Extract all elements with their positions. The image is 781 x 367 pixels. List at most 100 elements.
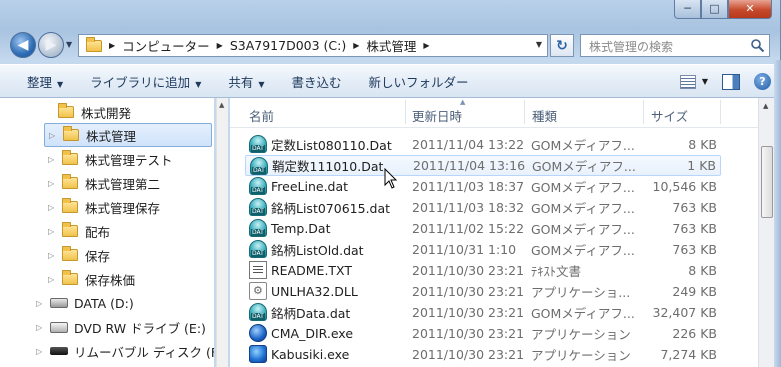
nav-item-label: 株式管理保存 xyxy=(85,200,161,216)
file-name: 銘柄Data.dat xyxy=(271,306,351,321)
chevron-right-icon[interactable]: ▶ xyxy=(217,41,223,50)
column-divider[interactable] xyxy=(643,100,644,124)
chevron-right-icon[interactable]: ▶ xyxy=(109,41,115,50)
share-button[interactable]: 共有 ▼ xyxy=(228,72,264,91)
file-row[interactable]: 定数List080110.Dat 2011/11/04 13:22 GOMメディ… xyxy=(245,134,721,155)
file-row[interactable]: 銘柄List070615.dat 2011/11/03 18:32 GOMメディ… xyxy=(245,197,721,218)
file-size: 8 KB xyxy=(688,263,717,278)
new-folder-button[interactable]: 新しいフォルダー xyxy=(369,72,469,91)
nav-item-drive[interactable]: ▷ DATA (D:) xyxy=(36,291,134,315)
expander-icon[interactable]: ▷ xyxy=(48,227,62,236)
expander-icon[interactable]: ▷ xyxy=(48,179,62,188)
recent-pages-dropdown[interactable]: ▼ xyxy=(66,40,72,49)
file-row[interactable]: UNLHA32.DLL 2011/10/30 23:21 アプリケーショ... … xyxy=(245,281,721,302)
file-row[interactable]: 銘柄ListOld.dat 2011/10/31 1:10 GOMメディアフ..… xyxy=(245,239,721,260)
chevron-down-icon[interactable]: ▼ xyxy=(702,77,708,86)
dat-file-icon xyxy=(249,198,267,216)
nav-item-label: 保存 xyxy=(85,248,111,264)
share-label: 共有 xyxy=(228,74,254,90)
burn-button[interactable]: 書き込む xyxy=(292,72,342,91)
add-to-library-button[interactable]: ライブラリに追加 ▼ xyxy=(90,72,201,91)
preview-pane-icon[interactable] xyxy=(722,73,740,90)
dat-file-icon xyxy=(249,240,267,258)
minimize-button[interactable]: ─ xyxy=(674,0,701,19)
nav-item-folder[interactable]: ▷ 保存株価 xyxy=(48,267,135,291)
column-type[interactable]: 種類 xyxy=(532,106,557,125)
refresh-button[interactable]: ↻ xyxy=(550,34,574,57)
help-icon[interactable]: ? xyxy=(754,73,771,90)
column-divider[interactable] xyxy=(405,100,406,124)
search-input[interactable]: 株式管理の検索 xyxy=(580,34,770,57)
explorer-window: ─ □ ✕ ◀ ▶ ▼ ▶ コンピューター ▶ S3A7917D003 (C:)… xyxy=(0,0,781,367)
expander-icon[interactable]: ▷ xyxy=(48,155,62,164)
nav-item-selected-folder[interactable]: ▷ 株式管理 xyxy=(44,123,212,147)
organize-button[interactable]: 整理 ▼ xyxy=(27,72,63,91)
file-row[interactable]: 銘柄Data.dat 2011/10/30 23:21 GOMメディアフ... … xyxy=(245,302,721,323)
file-row-hovered[interactable]: 鞘定数111010.Dat 2011/11/04 13:16 GOMメディアフ.… xyxy=(245,155,721,176)
folder-icon xyxy=(86,36,102,52)
file-list-scrollbar[interactable]: ▲ xyxy=(758,98,774,367)
file-name: CMA_DIR.exe xyxy=(271,326,354,341)
nav-item-folder[interactable]: 株式開発 xyxy=(44,100,131,124)
address-row: ◀ ▶ ▼ ▶ コンピューター ▶ S3A7917D003 (C:) ▶ 株式管… xyxy=(0,30,781,60)
file-type: ﾃｷｽﾄ文書 xyxy=(531,264,582,279)
forward-button[interactable]: ▶ xyxy=(38,32,64,58)
file-row[interactable]: CMA_DIR.exe 2011/10/30 23:21 アプリケーション 22… xyxy=(245,323,721,344)
expander-icon[interactable]: ▷ xyxy=(36,347,50,356)
column-date[interactable]: 更新日時 xyxy=(412,106,462,125)
file-name: 銘柄List070615.dat xyxy=(271,201,391,216)
folder-icon xyxy=(62,150,78,165)
dat-file-icon xyxy=(249,219,267,237)
column-size[interactable]: サイズ xyxy=(651,106,688,125)
file-date: 2011/10/31 1:10 xyxy=(412,242,517,257)
breadcrumb-folder[interactable]: 株式管理 xyxy=(366,36,416,55)
expander-icon[interactable]: ▷ xyxy=(49,131,63,140)
expander-icon[interactable]: ▷ xyxy=(48,203,62,212)
file-size: 763 KB xyxy=(672,242,717,257)
folder-icon xyxy=(62,222,78,237)
nav-item-folder[interactable]: ▷ 保存 xyxy=(48,243,110,267)
file-row[interactable]: Temp.Dat 2011/11/02 15:22 GOMメディアフ... 76… xyxy=(245,218,721,239)
expander-icon[interactable]: ▷ xyxy=(36,299,50,308)
breadcrumb-computer[interactable]: コンピューター xyxy=(122,36,210,55)
scroll-up-icon[interactable]: ▲ xyxy=(219,101,224,109)
search-icon[interactable] xyxy=(750,38,765,53)
chevron-right-icon[interactable]: ▶ xyxy=(423,41,429,50)
address-bar[interactable]: ▶ コンピューター ▶ S3A7917D003 (C:) ▶ 株式管理 ▶ ▼ xyxy=(78,34,548,57)
file-type: アプリケーション xyxy=(531,348,631,363)
column-divider[interactable] xyxy=(524,100,525,124)
back-button[interactable]: ◀ xyxy=(10,32,36,58)
file-date: 2011/11/02 15:22 xyxy=(412,221,525,236)
expander-icon[interactable]: ▷ xyxy=(36,323,50,332)
nav-item-label: 株式開発 xyxy=(81,105,132,121)
expander-icon[interactable]: ▷ xyxy=(48,251,62,260)
nav-item-label: 株式管理テスト xyxy=(85,152,173,168)
column-divider[interactable] xyxy=(720,100,721,124)
column-name[interactable]: 名前 xyxy=(249,106,274,125)
breadcrumb-drive[interactable]: S3A7917D003 (C:) xyxy=(230,38,346,53)
nav-item-folder[interactable]: ▷ 株式管理テスト xyxy=(48,147,173,171)
file-date: 2011/11/03 18:37 xyxy=(412,179,525,194)
file-row[interactable]: README.TXT 2011/10/30 23:21 ﾃｷｽﾄ文書 8 KB xyxy=(245,260,721,281)
file-name: FreeLine.dat xyxy=(271,179,349,194)
file-row[interactable]: Kabusiki.exe 2011/10/30 23:21 アプリケーション 7… xyxy=(245,344,721,365)
nav-item-dvd[interactable]: ▷ DVD RW ドライブ (E:) xyxy=(36,315,206,339)
chevron-right-icon[interactable]: ▶ xyxy=(353,41,359,50)
scrollbar-thumb[interactable] xyxy=(761,146,773,218)
nav-item-removable[interactable]: ▷ リムーバブル ディスク (F xyxy=(36,339,214,363)
close-button[interactable]: ✕ xyxy=(728,0,772,19)
file-row[interactable]: FreeLine.dat 2011/11/03 18:37 GOMメディアフ..… xyxy=(245,176,721,197)
change-view-button[interactable]: ▼ xyxy=(679,74,708,89)
view-controls: ▼ ? xyxy=(679,73,771,90)
scroll-up-icon[interactable]: ▲ xyxy=(763,102,768,110)
nav-pane-scrollbar[interactable]: ▲ xyxy=(216,98,228,367)
file-date: 2011/10/30 23:21 xyxy=(412,347,525,362)
file-size: 226 KB xyxy=(672,326,717,341)
maximize-button[interactable]: □ xyxy=(701,0,728,19)
nav-item-folder[interactable]: ▷ 配布 xyxy=(48,219,110,243)
nav-item-folder[interactable]: ▷ 株式管理第二 xyxy=(48,171,160,195)
nav-item-folder[interactable]: ▷ 株式管理保存 xyxy=(48,195,160,219)
expander-icon[interactable]: ▷ xyxy=(48,275,62,284)
address-history-dropdown[interactable]: ▼ xyxy=(536,40,542,49)
file-size: 763 KB xyxy=(672,200,717,215)
